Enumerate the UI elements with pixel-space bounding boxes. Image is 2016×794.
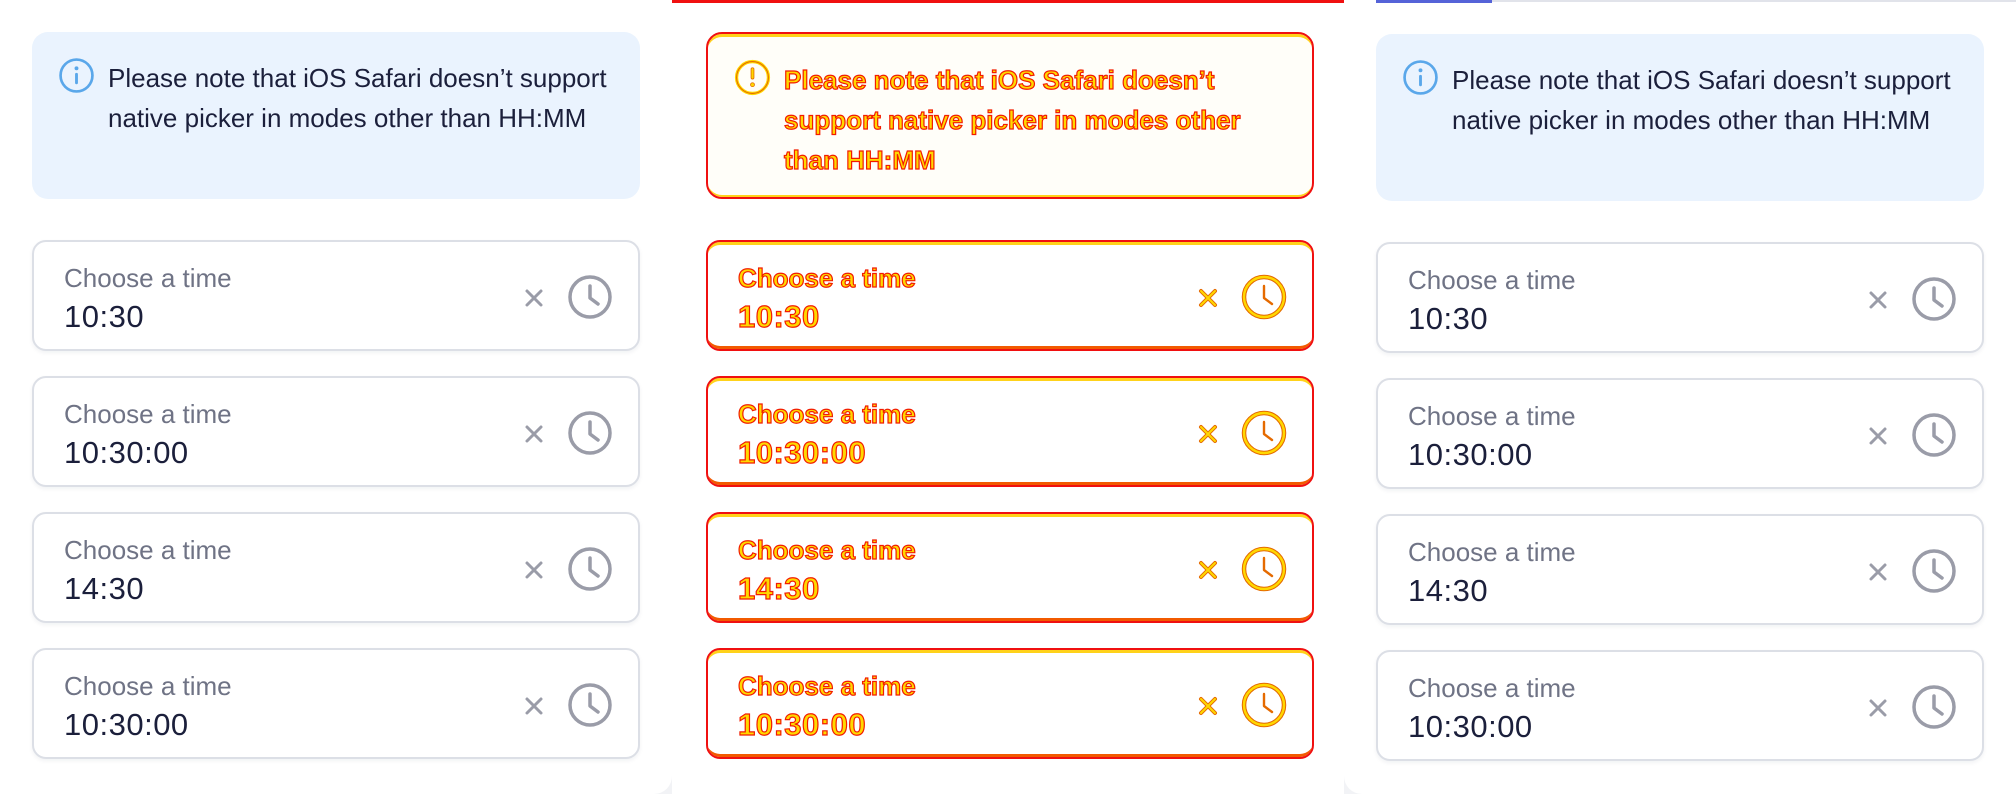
time-field[interactable]: Choose a time 10:30:00: [32, 376, 640, 487]
clock-icon[interactable]: [1239, 680, 1289, 730]
time-field[interactable]: Choose a time 10:30:00: [706, 376, 1314, 487]
clock-icon[interactable]: [565, 408, 615, 458]
field-value[interactable]: 10:30:00: [64, 706, 189, 744]
clock-icon[interactable]: [1909, 410, 1959, 460]
field-value[interactable]: 10:30:00: [1408, 708, 1533, 746]
field-label: Choose a time: [1408, 673, 1576, 703]
field-label: Choose a time: [1408, 265, 1576, 295]
field-value[interactable]: 10:30:00: [64, 434, 189, 472]
field-value[interactable]: 14:30: [737, 570, 819, 608]
clock-icon[interactable]: [565, 272, 615, 322]
clock-icon[interactable]: [1239, 544, 1289, 594]
time-field[interactable]: Choose a time 10:30:00: [32, 648, 640, 759]
close-icon[interactable]: [1194, 284, 1222, 312]
time-field[interactable]: Choose a time 10:30: [1376, 242, 1984, 353]
close-icon[interactable]: [1194, 692, 1222, 720]
tab-indicator: [1376, 0, 1492, 3]
field-value[interactable]: 10:30: [1408, 300, 1488, 338]
close-icon[interactable]: [520, 692, 548, 720]
field-value[interactable]: 10:30: [737, 298, 819, 336]
time-field[interactable]: Choose a time 14:30: [1376, 514, 1984, 625]
close-icon[interactable]: [1864, 558, 1892, 586]
info-icon: [59, 58, 94, 93]
time-field[interactable]: Choose a time 10:30:00: [1376, 378, 1984, 489]
tab-divider: [1492, 0, 2016, 2]
notice-text: Please note that iOS Safari doesn’t supp…: [783, 64, 1241, 175]
clock-icon[interactable]: [1239, 272, 1289, 322]
time-field[interactable]: Choose a time 10:30: [32, 240, 640, 351]
field-label: Choose a time: [737, 670, 916, 701]
clock-icon[interactable]: [1239, 408, 1289, 458]
time-field[interactable]: Choose a time 14:30: [706, 512, 1314, 623]
field-value[interactable]: 10:30:00: [737, 706, 866, 744]
clock-icon[interactable]: [565, 680, 615, 730]
warning-icon: [734, 59, 771, 96]
time-field[interactable]: Choose a time 14:30: [32, 512, 640, 623]
close-icon[interactable]: [1194, 420, 1222, 448]
field-value[interactable]: 14:30: [64, 570, 144, 608]
close-icon[interactable]: [1864, 286, 1892, 314]
field-label: Choose a time: [737, 398, 916, 429]
field-value[interactable]: 14:30: [1408, 572, 1488, 610]
highlight-top-border: [672, 0, 1344, 3]
field-label: Choose a time: [64, 535, 232, 565]
clock-icon[interactable]: [1909, 682, 1959, 732]
close-icon[interactable]: [1864, 422, 1892, 450]
time-picker-panel-highlighted: Please note that iOS Safari doesn’t supp…: [672, 0, 1344, 794]
clock-icon[interactable]: [1909, 546, 1959, 596]
field-label: Choose a time: [737, 534, 916, 565]
field-value[interactable]: 10:30: [64, 298, 144, 336]
close-icon[interactable]: [1194, 556, 1222, 584]
field-value[interactable]: 10:30:00: [1408, 436, 1533, 474]
field-value[interactable]: 10:30:00: [737, 434, 866, 472]
field-label: Choose a time: [64, 263, 232, 293]
field-label: Choose a time: [64, 671, 232, 701]
time-picker-panel-right: Please note that iOS Safari doesn’t supp…: [1344, 0, 2016, 794]
close-icon[interactable]: [520, 556, 548, 584]
info-notice: Please note that iOS Safari doesn’t supp…: [706, 32, 1314, 199]
clock-icon[interactable]: [1909, 274, 1959, 324]
time-field[interactable]: Choose a time 10:30: [706, 240, 1314, 351]
time-field[interactable]: Choose a time 10:30:00: [706, 648, 1314, 759]
notice-text: Please note that iOS Safari doesn’t supp…: [108, 63, 607, 133]
clock-icon[interactable]: [565, 544, 615, 594]
time-field[interactable]: Choose a time 10:30:00: [1376, 650, 1984, 761]
notice-text: Please note that iOS Safari doesn’t supp…: [1452, 65, 1951, 135]
info-icon: [1403, 60, 1438, 95]
field-label: Choose a time: [737, 262, 916, 293]
field-label: Choose a time: [1408, 401, 1576, 431]
field-label: Choose a time: [1408, 537, 1576, 567]
close-icon[interactable]: [1864, 694, 1892, 722]
time-picker-panel-left: Please note that iOS Safari doesn’t supp…: [0, 0, 672, 794]
info-notice: Please note that iOS Safari doesn’t supp…: [1376, 34, 1984, 201]
close-icon[interactable]: [520, 284, 548, 312]
info-notice: Please note that iOS Safari doesn’t supp…: [32, 32, 640, 199]
field-label: Choose a time: [64, 399, 232, 429]
close-icon[interactable]: [520, 420, 548, 448]
